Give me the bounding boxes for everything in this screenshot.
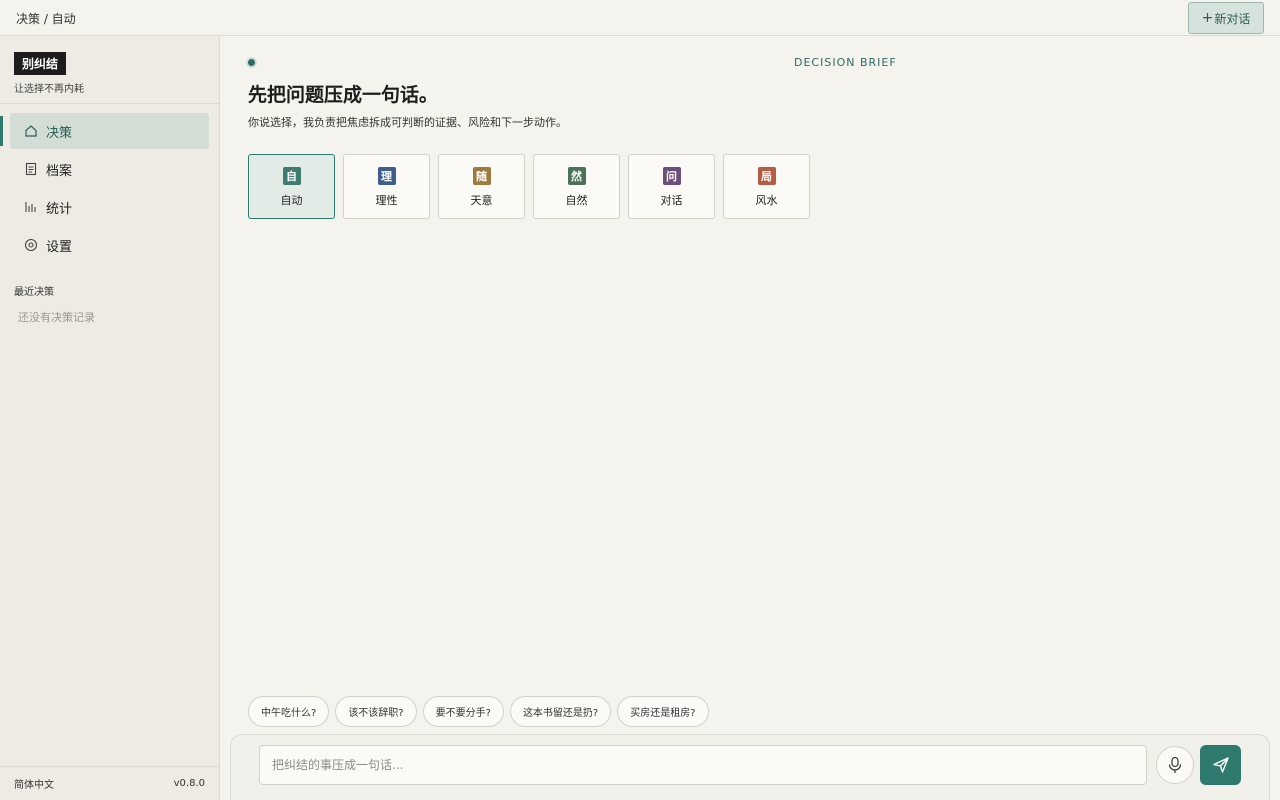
mode-card-rational[interactable]: 理 理性 [343,154,430,219]
brand-logo[interactable]: 别纠结 [14,52,67,75]
mode-label: 天意 [470,194,493,207]
sidebar-item-settings[interactable]: 设置 [10,227,209,263]
suggestion-chip[interactable]: 中午吃什么? [248,696,330,727]
suggestion-chip[interactable]: 买房还是租房? [617,696,709,727]
send-icon [1212,757,1229,773]
mode-glyph-icon: 随 [472,167,491,185]
new-chat-label: 新对话 [1214,11,1251,26]
mode-label: 对话 [660,194,683,207]
page-subtitle: 你说选择，我负责把焦虑拆成可判断的证据、风险和下一步动作。 [248,116,567,129]
suggestion-chips: 中午吃什么? 该不该辞职? 要不要分手? 这本书留还是扔? 买房还是租房? [248,696,715,727]
sidebar: 别纠结 让选择不再内耗 决策 档案 统计 设置 最近决策 还没有决策记录 简体中… [0,36,220,800]
top-bar: 决策 / 自动 + 新对话 [0,0,1280,36]
breadcrumb: 决策 / 自动 [16,12,76,26]
document-icon [22,160,40,178]
mode-glyph-icon: 局 [757,167,776,185]
mode-card-nature[interactable]: 然 自然 [533,154,620,219]
brand: 别纠结 让选择不再内耗 [14,52,84,95]
sidebar-item-decision[interactable]: 决策 [10,113,209,149]
mode-label: 自然 [565,194,588,207]
sidebar-item-label: 统计 [46,201,73,217]
send-button[interactable] [1200,745,1241,785]
mode-selector: 自 自动 理 理性 随 天意 然 自然 问 对话 局 风水 [248,154,818,219]
new-chat-button[interactable]: + 新对话 [1188,2,1264,34]
decision-brief-tag: DECISION BRIEF [794,56,897,69]
page-title: 先把问题压成一句话。 [248,84,439,106]
home-icon [22,122,40,140]
mode-label: 风水 [755,194,778,207]
recent-decisions-title: 最近决策 [14,287,54,298]
mode-label: 自动 [280,194,303,207]
sidebar-footer: 简体中文 v0.8.0 [0,766,219,800]
sidebar-item-label: 设置 [46,239,73,255]
decision-input[interactable] [259,745,1147,785]
version-label: v0.8.0 [173,778,205,789]
mode-glyph-icon: 然 [567,167,586,185]
composer [230,734,1270,800]
plus-icon: + [1201,10,1214,26]
mode-glyph-icon: 问 [662,167,681,185]
mode-glyph-icon: 自 [282,167,301,185]
mode-label: 理性 [375,194,398,207]
sidebar-divider [0,103,219,104]
brand-tagline: 让选择不再内耗 [14,84,84,95]
suggestion-chip[interactable]: 该不该辞职? [335,696,417,727]
gear-icon [22,236,40,254]
microphone-icon [1168,756,1182,773]
suggestion-chip[interactable]: 这本书留还是扔? [509,696,612,727]
recent-decisions-empty: 还没有决策记录 [18,311,95,324]
active-nav-indicator [0,116,3,146]
main-panel: DECISION BRIEF 先把问题压成一句话。 你说选择，我负责把焦虑拆成可… [220,36,1280,800]
sidebar-item-stats[interactable]: 统计 [10,189,209,225]
sidebar-item-archive[interactable]: 档案 [10,151,209,187]
suggestion-chip[interactable]: 要不要分手? [422,696,504,727]
sidebar-item-label: 档案 [46,163,73,179]
sidebar-item-label: 决策 [46,125,73,141]
mode-card-fengshui[interactable]: 局 风水 [723,154,810,219]
language-selector[interactable]: 简体中文 [14,776,54,791]
status-dot [248,59,255,66]
mode-card-dialogue[interactable]: 问 对话 [628,154,715,219]
sidebar-nav: 决策 档案 统计 设置 [10,113,209,265]
mic-button[interactable] [1156,746,1194,784]
mode-card-auto[interactable]: 自 自动 [248,154,335,219]
mode-card-fate[interactable]: 随 天意 [438,154,525,219]
mode-glyph-icon: 理 [377,167,396,185]
bar-chart-icon [22,198,40,216]
